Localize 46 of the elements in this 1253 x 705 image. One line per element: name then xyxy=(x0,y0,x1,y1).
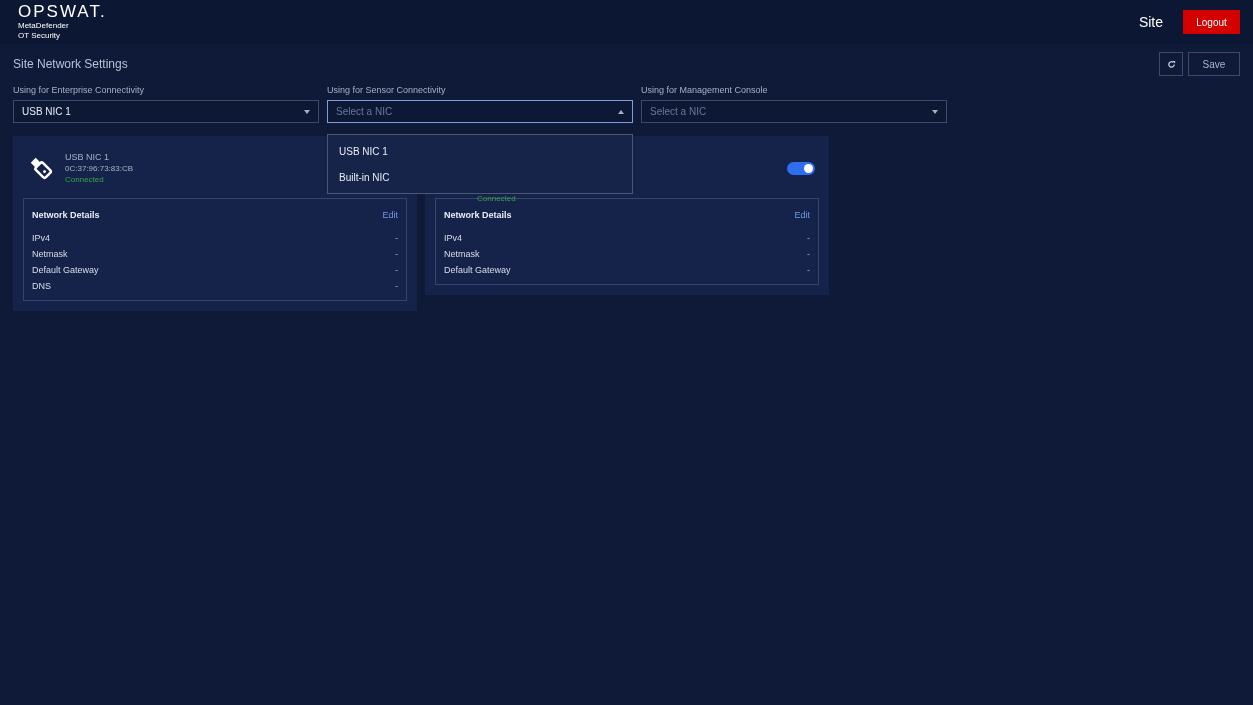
mac-address: 0C:37:96:73:83:CB xyxy=(65,164,134,173)
caret-icon xyxy=(932,109,938,114)
detail-value: - xyxy=(395,281,398,291)
site-label: Site xyxy=(1138,14,1163,30)
field-label: Using for Enterprise Connectivity xyxy=(13,85,146,95)
details-title: Network Details xyxy=(444,210,512,220)
edit-link[interactable]: Edit xyxy=(794,210,810,220)
connection-status: Connected xyxy=(65,175,104,184)
detail-label: Netmask xyxy=(444,249,480,259)
field-label: Using for Management Console xyxy=(641,85,769,95)
detail-label: IPv4 xyxy=(32,233,50,243)
refresh-icon xyxy=(1166,59,1176,69)
detail-value: - xyxy=(395,249,398,259)
connection-status: Connected xyxy=(477,194,516,203)
logo: OPSWAT. xyxy=(18,3,107,21)
page-title: Site Network Settings xyxy=(13,57,128,71)
dropdown-option[interactable]: Built-in NIC xyxy=(328,164,632,190)
detail-label: IPv4 xyxy=(444,233,462,243)
logout-button[interactable]: Logout xyxy=(1183,10,1240,34)
refresh-button[interactable] xyxy=(1159,52,1183,76)
detail-value: - xyxy=(395,265,398,275)
detail-value: - xyxy=(807,233,810,243)
caret-icon xyxy=(618,109,624,114)
product-name: OT Security xyxy=(18,31,62,41)
nic-select[interactable]: Select a NIC xyxy=(641,100,947,123)
caret-icon xyxy=(304,109,310,114)
detail-label: Netmask xyxy=(32,249,68,259)
select-placeholder: Select a NIC xyxy=(336,106,393,117)
product-name: MetaDefender xyxy=(18,21,70,31)
detail-label: DNS xyxy=(32,281,51,291)
nic-select[interactable]: USB NIC 1 xyxy=(13,100,319,123)
detail-value: - xyxy=(807,265,810,275)
detail-value: - xyxy=(807,249,810,259)
toggle-switch[interactable] xyxy=(787,161,815,175)
detail-label: Default Gateway xyxy=(444,265,511,275)
edit-link[interactable]: Edit xyxy=(382,210,398,220)
nic-select[interactable]: Select a NIC xyxy=(327,100,633,123)
field-label: Using for Sensor Connectivity xyxy=(327,85,447,95)
detail-label: Default Gateway xyxy=(32,265,99,275)
save-button[interactable]: Save xyxy=(1188,52,1240,76)
detail-value: - xyxy=(395,233,398,243)
select-value: USB NIC 1 xyxy=(22,106,71,117)
select-placeholder: Select a NIC xyxy=(650,106,707,117)
nic-name: USB NIC 1 xyxy=(65,152,109,162)
details-title: Network Details xyxy=(32,210,100,220)
dropdown-option[interactable]: USB NIC 1 xyxy=(328,138,632,164)
